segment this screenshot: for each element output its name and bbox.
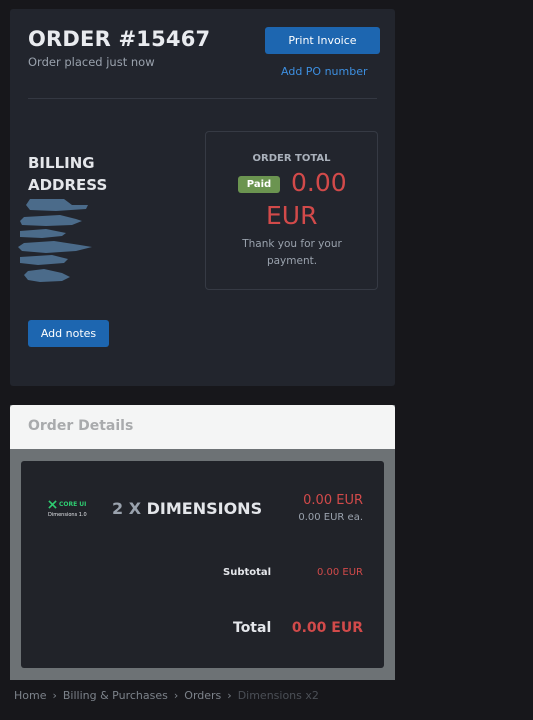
divider [28, 98, 377, 99]
order-total-label: ORDER TOTAL [252, 153, 331, 164]
print-invoice-button[interactable]: Print Invoice [265, 27, 380, 54]
order-details-header: Order Details [10, 405, 395, 449]
product-logo: CORE UI Dimensions 1.0 [45, 499, 91, 523]
chevron-right-icon: › [52, 689, 57, 702]
total-value: 0.00 EUR [291, 620, 363, 636]
breadcrumb-home[interactable]: Home [14, 689, 46, 702]
order-total-currency: EUR [266, 201, 318, 230]
line-price: 0.00 EUR [303, 493, 363, 508]
paid-status-badge: Paid [238, 176, 280, 193]
product-quantity: 2 X [112, 499, 142, 518]
logo-product-text: Dimensions 1.0 [48, 512, 87, 518]
subtotal-value: 0.00 EUR [316, 567, 363, 578]
unit-price: 0.00 EUR ea. [298, 512, 363, 523]
chevron-right-icon: › [173, 689, 179, 702]
order-placed-status: Order placed just now [28, 55, 155, 69]
thank-you-message: Thank you for your payment. [242, 238, 342, 267]
order-title: ORDER #15467 [28, 27, 211, 51]
add-notes-button[interactable]: Add notes [28, 320, 109, 347]
breadcrumb-current: Dimensions x2 [237, 689, 319, 702]
total-label: Total [233, 620, 272, 636]
breadcrumb-billing-purchases[interactable]: Billing & Purchases [63, 689, 168, 702]
chevron-right-icon: › [227, 689, 232, 702]
billing-address-heading: BILLING ADDRESS [28, 154, 108, 194]
order-total-box: ORDER TOTAL Paid 0.00 EUR Thank you for … [205, 131, 378, 290]
order-details-title: Order Details [28, 418, 134, 434]
breadcrumb: Home › Billing & Purchases › Orders › Di… [14, 689, 319, 702]
product-title: 2 X DIMENSIONS [112, 499, 262, 518]
order-summary-card: ORDER #15467 Order placed just now Print… [10, 9, 395, 386]
product-name: DIMENSIONS [146, 499, 263, 518]
subtotal-label: Subtotal [223, 567, 272, 578]
order-details-card: Order Details CORE UI Dimensions 1.0 2 X… [10, 405, 395, 680]
add-po-number-link[interactable]: Add PO number [281, 65, 368, 78]
order-total-amount: 0.00 [291, 168, 347, 197]
breadcrumb-orders[interactable]: Orders [184, 689, 221, 702]
order-item-panel: CORE UI Dimensions 1.0 2 X DIMENSIONS 0.… [21, 461, 384, 668]
redacted-address-image [18, 199, 92, 282]
logo-brand-text: CORE UI [59, 501, 87, 508]
coreui-logo-icon [48, 500, 57, 509]
